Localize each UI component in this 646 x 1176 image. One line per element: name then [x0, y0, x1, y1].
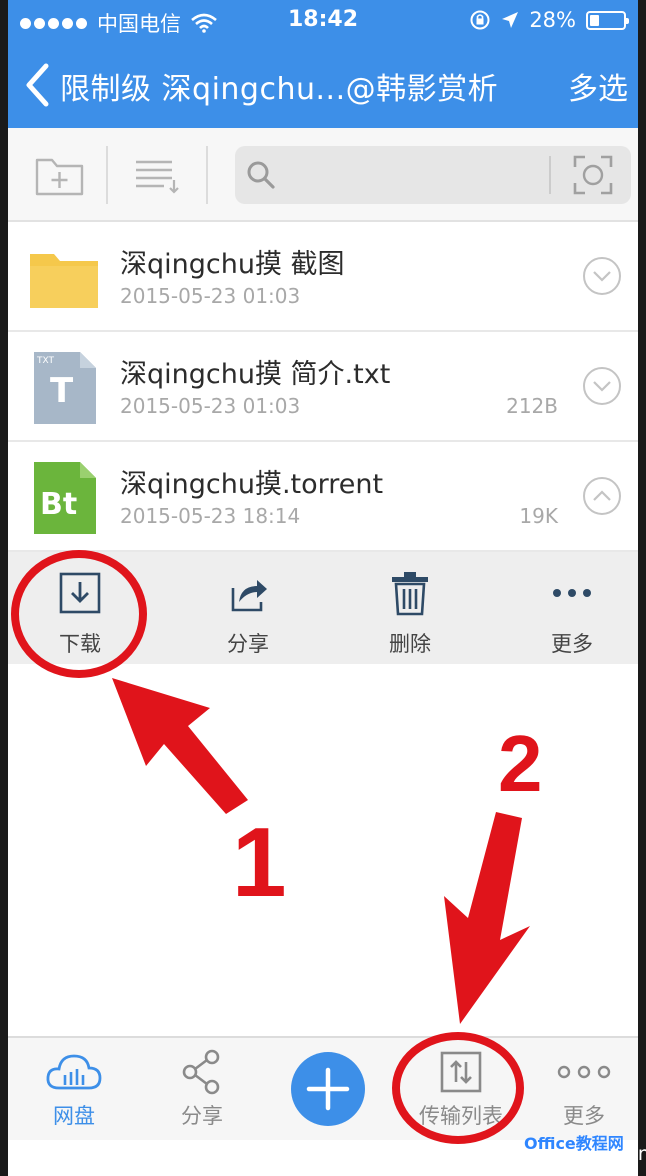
annotation-number-2: 2	[498, 719, 543, 808]
battery-percent: 28%	[529, 8, 576, 32]
battery-icon	[586, 10, 629, 30]
share-nodes-icon	[182, 1049, 220, 1095]
tab-label: 更多	[563, 1104, 605, 1128]
sort-list-icon[interactable]	[130, 150, 186, 200]
chevron-down-icon[interactable]	[582, 256, 622, 296]
file-name: 深qingchu摸 截图	[120, 249, 345, 280]
share-button[interactable]: 分享	[198, 570, 298, 656]
tab-more[interactable]: 更多	[534, 1048, 634, 1138]
empty-content-area	[8, 664, 638, 1036]
tab-label: 网盘	[53, 1104, 95, 1128]
add-button[interactable]	[291, 1052, 365, 1126]
rotation-lock-icon	[470, 10, 490, 30]
file-size: 212B	[506, 394, 558, 418]
tab-label: 分享	[181, 1104, 223, 1128]
chevron-down-icon[interactable]	[582, 366, 622, 406]
tab-label: 传输列表	[419, 1104, 503, 1128]
file-date: 2015-05-23 18:14	[120, 504, 301, 528]
annotation-number-1: 1	[232, 807, 287, 917]
action-label: 下载	[59, 632, 101, 656]
page-title: 限制级 深qingchu...@韩影赏析	[60, 72, 499, 107]
download-button[interactable]: 下载	[30, 570, 130, 656]
txt-file-icon: TXT T	[34, 352, 96, 424]
tab-transfer-list[interactable]: 传输列表	[411, 1048, 511, 1138]
cloud-icon	[46, 1054, 102, 1090]
toolbar-divider	[106, 146, 108, 204]
file-badge: TXT	[36, 356, 55, 366]
search-input[interactable]	[235, 146, 631, 204]
download-icon	[59, 572, 101, 614]
new-folder-icon[interactable]	[32, 150, 88, 200]
scan-icon[interactable]	[571, 153, 615, 197]
app-window: 中国电信 18:42 28% 限制级 深qingchu...@韩影赏析 多选 深…	[8, 0, 638, 1176]
navigation-bar: 限制级 深qingchu...@韩影赏析 多选	[8, 42, 638, 128]
action-label: 更多	[551, 632, 593, 656]
action-label: 分享	[227, 632, 269, 656]
file-date: 2015-05-23 01:03	[120, 284, 301, 308]
transfer-icon	[440, 1051, 482, 1093]
status-bar: 中国电信 18:42 28%	[8, 0, 638, 42]
back-chevron-icon[interactable]	[20, 60, 54, 110]
file-name: 深qingchu摸.torrent	[120, 469, 384, 500]
delete-button[interactable]: 删除	[360, 570, 460, 656]
share-icon	[231, 580, 267, 612]
location-icon	[502, 12, 519, 28]
file-row-txt[interactable]: TXT T 深qingchu摸 简介.txt 2015-05-23 01:03 …	[8, 332, 638, 442]
file-name: 深qingchu摸 简介.txt	[120, 359, 391, 390]
more-button[interactable]: 更多	[522, 570, 622, 656]
multi-select-button[interactable]: 多选	[568, 64, 628, 108]
tab-cloud-drive[interactable]: 网盘	[24, 1048, 124, 1138]
watermark-logo: Office教程网	[524, 1134, 624, 1153]
file-size: 19K	[519, 504, 558, 528]
toolbar-divider	[206, 146, 208, 204]
file-glyph: T	[50, 371, 74, 411]
file-glyph: Bt	[40, 487, 77, 522]
torrent-file-icon: Bt	[34, 462, 96, 534]
file-row-torrent[interactable]: Bt 深qingchu摸.torrent 2015-05-23 18:14 19…	[8, 442, 638, 552]
action-label: 删除	[389, 632, 431, 656]
search-icon	[247, 161, 275, 189]
file-date: 2015-05-23 01:03	[120, 394, 301, 418]
file-toolbar	[8, 128, 638, 222]
folder-icon	[30, 254, 98, 308]
more-icon	[557, 1065, 611, 1079]
more-icon	[553, 589, 591, 597]
tab-bar: 网盘 分享 传输列表 更多	[8, 1036, 638, 1140]
plus-icon	[306, 1067, 350, 1111]
chevron-up-icon[interactable]	[582, 476, 622, 516]
trash-icon	[392, 572, 428, 616]
tab-share[interactable]: 分享	[152, 1048, 252, 1138]
file-row-folder[interactable]: 深qingchu摸 截图 2015-05-23 01:03	[8, 222, 638, 332]
file-action-bar: 下载 分享 删除 更多	[8, 552, 638, 664]
